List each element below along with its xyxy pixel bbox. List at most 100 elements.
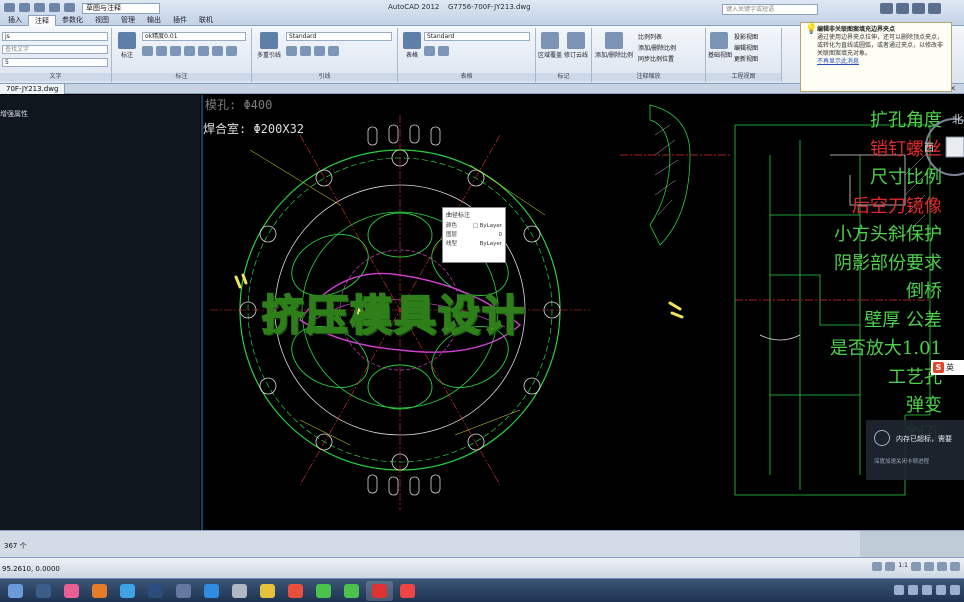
balloon-body: 通过使用边界夹点拉伸，还可以删除顶点夹点，或转化为直线或圆弧，或者通过夹点，以修… xyxy=(817,34,944,57)
model-space-icon[interactable] xyxy=(872,562,883,571)
search-input[interactable]: 键入关键字或短语 xyxy=(722,4,818,15)
app-icon xyxy=(92,584,107,598)
taskbar-app[interactable] xyxy=(198,581,225,601)
app-icon xyxy=(36,584,51,598)
remove-leader-icon[interactable] xyxy=(300,46,311,56)
dim-aligned-icon[interactable] xyxy=(156,46,167,56)
add-leader-icon[interactable] xyxy=(286,46,297,56)
dim-space-icon[interactable] xyxy=(184,46,195,56)
document-tab[interactable]: 70F-JY213.dwg xyxy=(0,84,66,94)
memory-warning-popup[interactable]: 内存已超标，需要 深度加速关闭卡顿进程 xyxy=(866,420,964,480)
taskbar-app[interactable] xyxy=(142,581,169,601)
views-list-item[interactable]: 编辑视图 xyxy=(734,43,758,54)
add-current-scale-button[interactable]: 添加/删除比例 xyxy=(594,32,634,59)
property-value[interactable]: 0 xyxy=(499,231,503,240)
tray-icon[interactable] xyxy=(908,585,918,595)
scale-list-item[interactable]: 同步比例位置 xyxy=(638,54,676,65)
annotation-scale[interactable]: 1:1 xyxy=(898,562,908,571)
taskbar-app[interactable] xyxy=(114,581,141,601)
quick-properties-row[interactable]: 线型 ByLayer xyxy=(446,240,502,249)
taskbar-app[interactable] xyxy=(282,581,309,601)
redo-icon[interactable] xyxy=(64,3,75,12)
taskbar-app[interactable] xyxy=(254,581,281,601)
open-icon[interactable] xyxy=(19,3,30,12)
taskbar-app[interactable] xyxy=(58,581,85,601)
maximize-button[interactable] xyxy=(912,3,925,14)
taskbar-app[interactable] xyxy=(170,581,197,601)
property-value[interactable]: □ ByLayer xyxy=(473,222,502,231)
wipeout-label: 区域覆盖 xyxy=(538,52,563,59)
revcloud-button[interactable]: 修订云线 xyxy=(564,32,588,59)
link-data-icon[interactable] xyxy=(438,46,449,56)
taskbar-app[interactable] xyxy=(226,581,253,601)
taskbar-app[interactable] xyxy=(338,581,365,601)
volume-icon[interactable] xyxy=(936,585,946,595)
taskbar-app-autocad[interactable] xyxy=(366,581,393,601)
balloon-dismiss-link[interactable]: 不再显示此消息 xyxy=(817,58,947,66)
text-style-combo[interactable]: js xyxy=(2,32,108,41)
app-icon xyxy=(148,584,163,598)
network-icon[interactable] xyxy=(922,585,932,595)
dimension-button[interactable]: 标注 xyxy=(116,32,138,59)
find-text-input[interactable]: 查找文字 xyxy=(2,45,108,54)
dim-style-combo[interactable]: ok精度0.01 xyxy=(142,32,246,41)
dim-linear-icon[interactable] xyxy=(142,46,153,56)
leader-style-combo[interactable]: Standard xyxy=(286,32,392,41)
annotation-scaling-label: 注释缩放 xyxy=(592,73,705,81)
tray-icon[interactable] xyxy=(894,585,904,595)
quick-properties-popup[interactable]: 曲径标注 颜色 □ ByLayer 图层 0 线型 ByLayer xyxy=(442,207,506,263)
workspace-icon[interactable] xyxy=(924,562,934,571)
close-button[interactable] xyxy=(928,3,941,14)
collect-leader-icon[interactable] xyxy=(328,46,339,56)
text-height-combo[interactable]: 5 xyxy=(2,58,108,67)
workspace-switcher[interactable]: 草图与注释 xyxy=(82,3,160,14)
views-list-item[interactable]: 投影视图 xyxy=(734,32,758,43)
scale-list-item[interactable]: 比例列表 xyxy=(638,32,676,43)
taskbar-app[interactable] xyxy=(394,581,421,601)
property-key: 颜色 xyxy=(446,223,458,229)
annotation-visibility-icon[interactable] xyxy=(911,562,921,571)
quick-properties-row[interactable]: 颜色 □ ByLayer xyxy=(446,222,502,231)
dim-break-icon[interactable] xyxy=(170,46,181,56)
table-button[interactable]: 表格 xyxy=(402,32,422,59)
property-key: 线型 xyxy=(446,241,458,247)
start-button[interactable] xyxy=(2,581,29,601)
command-line-scrollbar[interactable] xyxy=(860,531,964,558)
new-icon[interactable] xyxy=(4,3,15,12)
command-line[interactable]: 367 个 xyxy=(0,530,964,558)
viewcube[interactable]: 北 西 xyxy=(922,107,964,187)
property-value[interactable]: ByLayer xyxy=(480,240,502,249)
keyword-item: 后空刀镜像 xyxy=(852,195,942,217)
help-icon[interactable] xyxy=(880,3,893,14)
table-style-combo[interactable]: Standard xyxy=(424,32,530,41)
multileader-icon xyxy=(260,32,278,49)
dim-override-icon[interactable] xyxy=(226,46,237,56)
fullscreen-icon[interactable] xyxy=(950,562,960,571)
taskbar-app[interactable] xyxy=(30,581,57,601)
base-view-button[interactable]: 基础视图 xyxy=(708,32,732,59)
extract-data-icon[interactable] xyxy=(424,46,435,56)
layout-icon[interactable] xyxy=(885,562,896,571)
dim-arc-icon[interactable] xyxy=(198,46,209,56)
multileader-button[interactable]: 多重引线 xyxy=(256,32,282,59)
taskbar-app[interactable] xyxy=(310,581,337,601)
dim-baseline-icon[interactable] xyxy=(212,46,223,56)
clock-icon[interactable] xyxy=(950,585,960,595)
quick-properties-row[interactable]: 图层 0 xyxy=(446,231,502,240)
markup-panel-label: 标记 xyxy=(536,73,591,81)
views-list-item[interactable]: 更新视图 xyxy=(734,54,758,65)
scale-list-item[interactable]: 添加/删除比例 xyxy=(638,43,676,54)
wipeout-button[interactable]: 区域覆盖 xyxy=(538,32,562,59)
taskbar-app[interactable] xyxy=(86,581,113,601)
notification-balloon[interactable]: 💡 编辑非关联图案填充边界夹点 通过使用边界夹点拉伸，还可以删除顶点夹点，或转化… xyxy=(800,22,952,92)
minimize-button[interactable] xyxy=(896,3,909,14)
align-leader-icon[interactable] xyxy=(314,46,325,56)
app-icon xyxy=(288,584,303,598)
wipeout-icon xyxy=(541,32,559,49)
ime-toolbar[interactable]: S 英 xyxy=(931,360,964,375)
ime-mode-label[interactable]: 英 xyxy=(946,362,954,373)
save-icon[interactable] xyxy=(34,3,45,12)
memory-warning-subtitle[interactable]: 深度加速关闭卡顿进程 xyxy=(874,457,929,465)
undo-icon[interactable] xyxy=(49,3,60,12)
lock-icon[interactable] xyxy=(937,562,947,571)
